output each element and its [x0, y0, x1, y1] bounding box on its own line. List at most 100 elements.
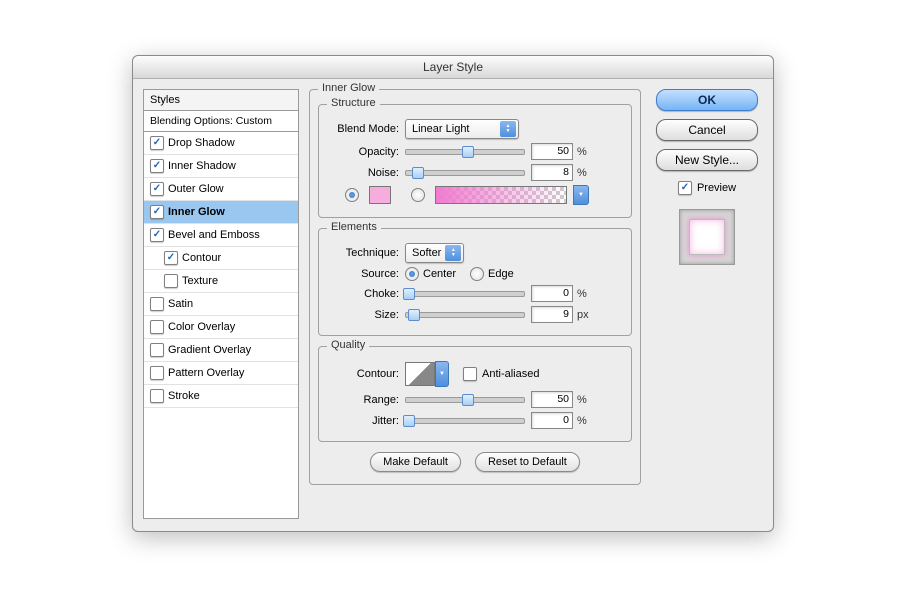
sidebar-item-texture[interactable]: Texture [144, 270, 298, 293]
sidebar-subheader[interactable]: Blending Options: Custom [144, 111, 298, 132]
range-unit: % [577, 394, 587, 406]
sidebar-checkbox[interactable] [150, 159, 164, 173]
chevron-down-icon[interactable] [435, 361, 449, 387]
jitter-slider[interactable] [405, 418, 525, 424]
gradient-radio[interactable] [411, 188, 425, 202]
range-slider[interactable] [405, 397, 525, 403]
choke-label: Choke: [327, 288, 399, 300]
sidebar-item-color-overlay[interactable]: Color Overlay [144, 316, 298, 339]
ok-button[interactable]: OK [656, 89, 758, 111]
sidebar-checkbox[interactable] [164, 274, 178, 288]
sidebar-item-label: Pattern Overlay [168, 367, 244, 379]
sidebar-checkbox[interactable] [150, 205, 164, 219]
noise-label: Noise: [327, 167, 399, 179]
layer-style-dialog: Layer Style Styles Blending Options: Cus… [132, 55, 774, 532]
glow-color-swatch[interactable] [369, 186, 391, 204]
sidebar-item-stroke[interactable]: Stroke [144, 385, 298, 408]
color-radio[interactable] [345, 188, 359, 202]
sidebar-item-gradient-overlay[interactable]: Gradient Overlay [144, 339, 298, 362]
preview-thumbnail [679, 209, 735, 265]
preview-checkbox[interactable] [678, 181, 692, 195]
reset-default-button[interactable]: Reset to Default [475, 452, 580, 472]
jitter-value[interactable]: 0 [531, 412, 573, 429]
sidebar-item-satin[interactable]: Satin [144, 293, 298, 316]
inner-glow-group: Inner Glow Structure Blend Mode: Linear … [309, 89, 641, 485]
blend-mode-value: Linear Light [412, 123, 496, 135]
source-center-label: Center [423, 268, 456, 280]
quality-legend: Quality [327, 339, 369, 351]
sidebar-item-label: Stroke [168, 390, 200, 402]
range-label: Range: [327, 394, 399, 406]
blend-mode-label: Blend Mode: [327, 123, 399, 135]
cancel-button[interactable]: Cancel [656, 119, 758, 141]
size-label: Size: [327, 309, 399, 321]
sidebar-checkbox[interactable] [150, 297, 164, 311]
sidebar-item-label: Bevel and Emboss [168, 229, 260, 241]
range-value[interactable]: 50 [531, 391, 573, 408]
structure-group: Structure Blend Mode: Linear Light Opaci… [318, 104, 632, 218]
chevron-down-icon[interactable] [573, 185, 589, 205]
sidebar-checkbox[interactable] [150, 343, 164, 357]
source-center-radio[interactable] [405, 267, 419, 281]
sidebar-checkbox[interactable] [164, 251, 178, 265]
elements-legend: Elements [327, 221, 381, 233]
sidebar-item-drop-shadow[interactable]: Drop Shadow [144, 132, 298, 155]
elements-group: Elements Technique: Softer Source: Cente… [318, 228, 632, 336]
sidebar-item-label: Outer Glow [168, 183, 224, 195]
sidebar-checkbox[interactable] [150, 389, 164, 403]
size-value[interactable]: 9 [531, 306, 573, 323]
choke-unit: % [577, 288, 587, 300]
contour-picker[interactable] [405, 362, 435, 386]
sidebar-item-label: Inner Shadow [168, 160, 236, 172]
size-slider[interactable] [405, 312, 525, 318]
sidebar-item-pattern-overlay[interactable]: Pattern Overlay [144, 362, 298, 385]
options-panel: Inner Glow Structure Blend Mode: Linear … [309, 89, 641, 519]
size-unit: px [577, 309, 589, 321]
noise-slider[interactable] [405, 170, 525, 176]
sidebar-item-outer-glow[interactable]: Outer Glow [144, 178, 298, 201]
jitter-unit: % [577, 415, 587, 427]
sidebar-item-label: Contour [182, 252, 221, 264]
sidebar-header[interactable]: Styles [144, 90, 298, 111]
styles-sidebar: Styles Blending Options: Custom Drop Sha… [143, 89, 299, 519]
sidebar-item-label: Inner Glow [168, 206, 225, 218]
dialog-title: Layer Style [133, 56, 773, 79]
sidebar-checkbox[interactable] [150, 228, 164, 242]
structure-legend: Structure [327, 97, 380, 109]
sidebar-checkbox[interactable] [150, 366, 164, 380]
preview-label: Preview [697, 182, 736, 194]
dialog-buttons: OK Cancel New Style... Preview [651, 89, 763, 519]
technique-label: Technique: [327, 247, 399, 259]
blend-mode-select[interactable]: Linear Light [405, 119, 519, 139]
choke-value[interactable]: 0 [531, 285, 573, 302]
new-style-button[interactable]: New Style... [656, 149, 758, 171]
jitter-label: Jitter: [327, 415, 399, 427]
sidebar-item-contour[interactable]: Contour [144, 247, 298, 270]
quality-group: Quality Contour: Anti-aliased Range: [318, 346, 632, 442]
noise-unit: % [577, 167, 587, 179]
chevron-updown-icon [500, 121, 516, 137]
opacity-label: Opacity: [327, 146, 399, 158]
sidebar-item-inner-glow[interactable]: Inner Glow [144, 201, 298, 224]
sidebar-item-inner-shadow[interactable]: Inner Shadow [144, 155, 298, 178]
noise-value[interactable]: 8 [531, 164, 573, 181]
sidebar-checkbox[interactable] [150, 182, 164, 196]
opacity-slider[interactable] [405, 149, 525, 155]
technique-select[interactable]: Softer [405, 243, 464, 263]
make-default-button[interactable]: Make Default [370, 452, 461, 472]
source-edge-radio[interactable] [470, 267, 484, 281]
sidebar-checkbox[interactable] [150, 320, 164, 334]
source-edge-label: Edge [488, 268, 514, 280]
source-label: Source: [327, 268, 399, 280]
sidebar-checkbox[interactable] [150, 136, 164, 150]
sidebar-item-bevel-and-emboss[interactable]: Bevel and Emboss [144, 224, 298, 247]
glow-gradient-strip[interactable] [435, 186, 567, 204]
chevron-updown-icon [445, 245, 461, 261]
antialias-checkbox[interactable] [463, 367, 477, 381]
antialias-label: Anti-aliased [482, 368, 539, 380]
contour-label: Contour: [327, 368, 399, 380]
opacity-value[interactable]: 50 [531, 143, 573, 160]
choke-slider[interactable] [405, 291, 525, 297]
sidebar-item-label: Satin [168, 298, 193, 310]
technique-value: Softer [412, 247, 441, 259]
